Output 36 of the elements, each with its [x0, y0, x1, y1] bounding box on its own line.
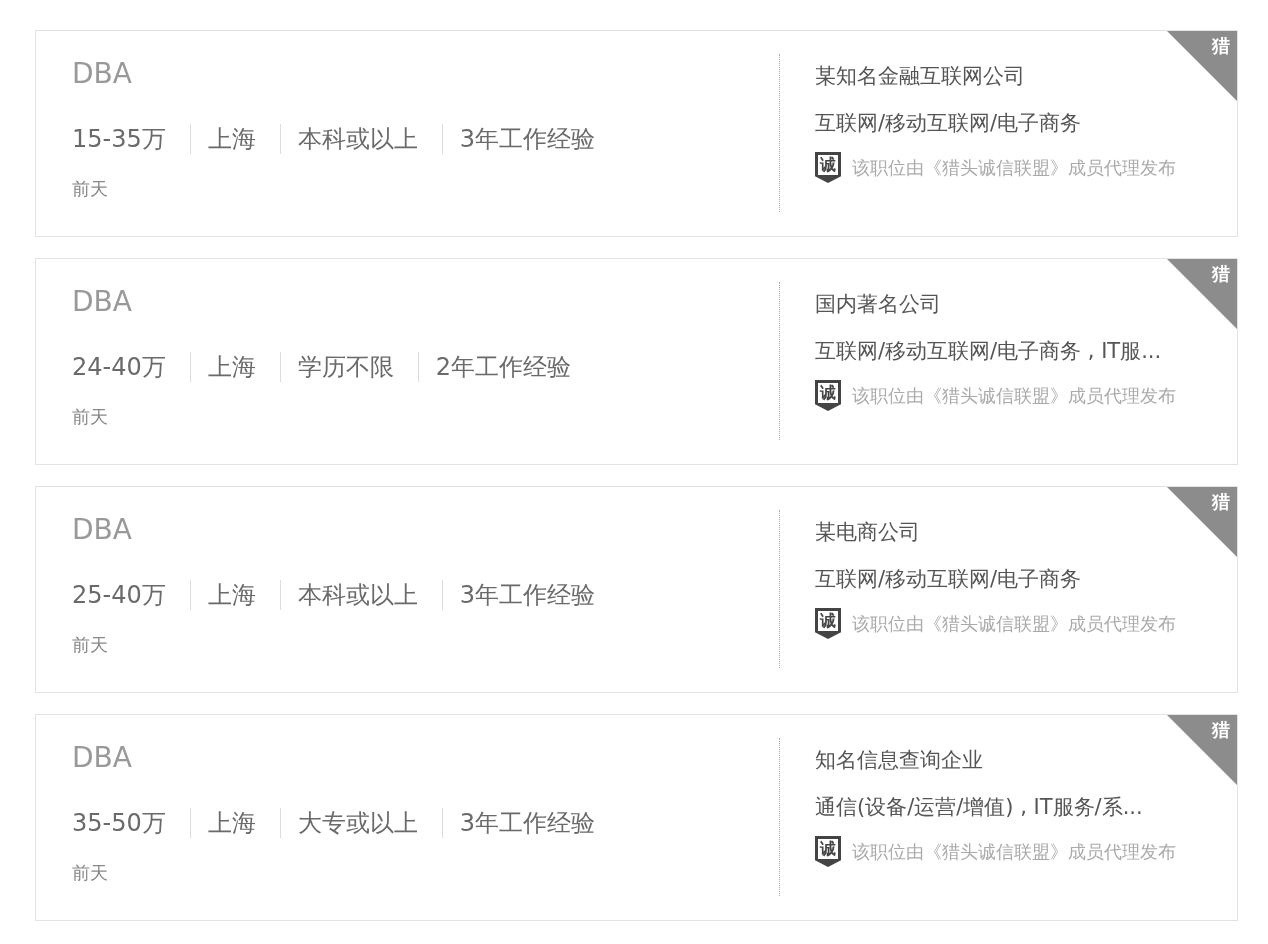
agency-notice: 该职位由《猎头诚信联盟》成员代理发布	[852, 155, 1176, 180]
posted-time: 前天	[72, 177, 108, 201]
posted-time: 前天	[72, 861, 108, 885]
job-detail: 3年工作经验	[459, 808, 596, 838]
company-name[interactable]: 某电商公司	[815, 517, 920, 547]
posted-time: 前天	[72, 405, 108, 429]
posted-time: 前天	[72, 633, 108, 657]
job-detail: 上海	[207, 808, 256, 838]
job-detail: 35-50万	[72, 808, 166, 838]
job-detail: 大专或以上	[297, 808, 418, 838]
corner-ribbon: 猎	[1167, 259, 1237, 329]
job-detail: 3年工作经验	[459, 124, 596, 154]
job-detail: 2年工作经验	[435, 352, 572, 382]
company-name[interactable]: 某知名金融互联网公司	[815, 61, 1025, 91]
job-detail: 24-40万	[72, 352, 166, 382]
agency-notice: 该职位由《猎头诚信联盟》成员代理发布	[852, 611, 1176, 636]
job-detail: 本科或以上	[297, 580, 418, 610]
job-detail: 上海	[207, 124, 256, 154]
job-detail: 上海	[207, 580, 256, 610]
industry-text: 通信(设备/运营/增值) , IT服务/系...	[815, 794, 1143, 821]
job-detail: 3年工作经验	[459, 580, 596, 610]
company-name[interactable]: 国内著名公司	[815, 289, 941, 319]
industry-text: 互联网/移动互联网/电子商务	[815, 566, 1082, 593]
company-name[interactable]: 知名信息查询企业	[815, 745, 983, 775]
corner-ribbon: 猎	[1167, 487, 1237, 557]
job-detail: 本科或以上	[297, 124, 418, 154]
job-detail: 学历不限	[297, 352, 394, 382]
corner-ribbon: 猎	[1167, 715, 1237, 785]
job-detail: 15-35万	[72, 124, 166, 154]
job-detail: 25-40万	[72, 580, 166, 610]
agency-notice: 该职位由《猎头诚信联盟》成员代理发布	[852, 839, 1176, 864]
industry-text: 互联网/移动互联网/电子商务 , IT服...	[815, 338, 1162, 365]
job-detail: 上海	[207, 352, 256, 382]
industry-text: 互联网/移动互联网/电子商务	[815, 110, 1082, 137]
corner-ribbon: 猎	[1167, 31, 1237, 101]
agency-notice: 该职位由《猎头诚信联盟》成员代理发布	[852, 383, 1176, 408]
